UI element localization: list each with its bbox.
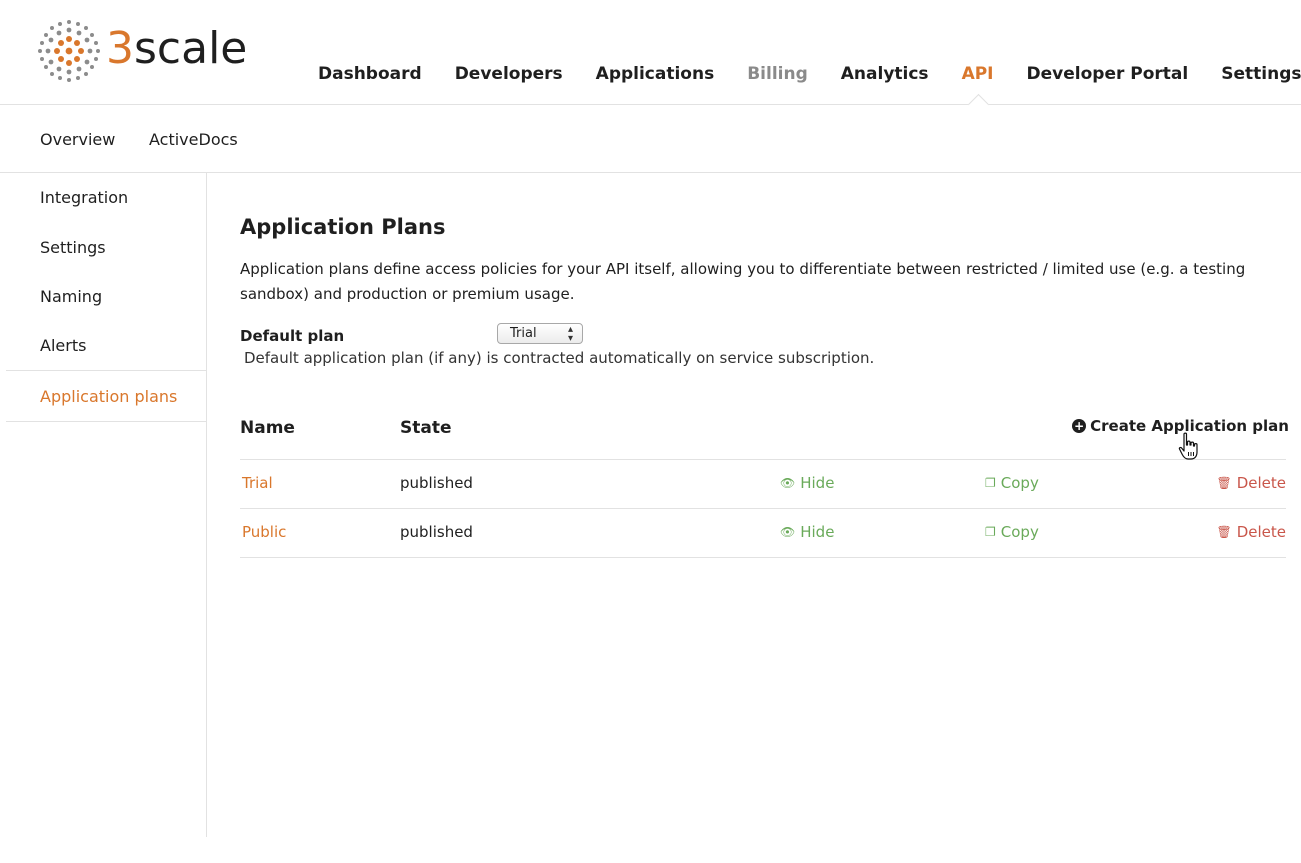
default-plan-selected-value: Trial bbox=[510, 326, 537, 341]
logo[interactable]: 3scale bbox=[36, 18, 247, 84]
logo-wordmark: 3scale bbox=[106, 23, 248, 74]
table-divider bbox=[240, 557, 1286, 558]
table-row: Public published 👁︎ Hide ❐ Copy 🗑︎ Delet… bbox=[240, 508, 1286, 557]
copy-plan-button[interactable]: ❐ Copy bbox=[985, 523, 1039, 541]
sidebar-item-alerts[interactable]: Alerts bbox=[40, 336, 86, 355]
plan-state: published bbox=[400, 474, 473, 492]
default-plan-label: Default plan bbox=[240, 327, 345, 345]
sub-navigation: Overview ActiveDocs bbox=[0, 105, 1301, 173]
sidebar-item-integration[interactable]: Integration bbox=[40, 188, 128, 207]
main-navigation: Dashboard Developers Applications Billin… bbox=[318, 64, 1301, 84]
plan-name-link[interactable]: Trial bbox=[242, 474, 273, 492]
page-title: Application Plans bbox=[240, 215, 446, 239]
nav-api[interactable]: API bbox=[962, 64, 994, 84]
nav-billing[interactable]: Billing bbox=[747, 64, 808, 84]
nav-analytics[interactable]: Analytics bbox=[841, 64, 929, 84]
hide-plan-button[interactable]: 👁︎ Hide bbox=[780, 523, 834, 541]
nav-dashboard[interactable]: Dashboard bbox=[318, 64, 422, 84]
trash-icon: 🗑︎ bbox=[1216, 476, 1232, 490]
eye-slash-icon: 👁︎ bbox=[780, 525, 796, 539]
copy-icon: ❐ bbox=[985, 476, 996, 490]
copy-plan-button[interactable]: ❐ Copy bbox=[985, 474, 1039, 492]
sidebar-item-application-plans[interactable]: Application plans bbox=[40, 387, 177, 406]
nav-developer-portal[interactable]: Developer Portal bbox=[1027, 64, 1189, 84]
delete-plan-button[interactable]: 🗑︎ Delete bbox=[1216, 523, 1286, 541]
column-header-state: State bbox=[400, 418, 452, 438]
hand-pointer-icon bbox=[1178, 432, 1198, 460]
select-arrows-icon: ▴ ▾ bbox=[567, 324, 573, 344]
sidebar: Integration Settings Naming Alerts Appli… bbox=[0, 173, 207, 837]
plan-state: published bbox=[400, 523, 473, 541]
default-plan-select[interactable]: Trial ▴ ▾ bbox=[497, 323, 583, 344]
hide-label: Hide bbox=[800, 523, 835, 541]
sidebar-divider bbox=[6, 421, 206, 422]
trash-icon: 🗑︎ bbox=[1216, 525, 1232, 539]
hide-label: Hide bbox=[800, 474, 835, 492]
table-row: Trial published 👁︎ Hide ❐ Copy 🗑︎ Delete bbox=[240, 459, 1286, 508]
page-description: Application plans define access policies… bbox=[240, 260, 1246, 303]
nav-settings[interactable]: Settings bbox=[1221, 64, 1301, 84]
copy-label: Copy bbox=[1000, 474, 1039, 492]
delete-label: Delete bbox=[1236, 523, 1286, 541]
delete-plan-button[interactable]: 🗑︎ Delete bbox=[1216, 474, 1286, 492]
eye-slash-icon: 👁︎ bbox=[780, 476, 796, 490]
top-header: 3scale Dashboard Developers Applications… bbox=[0, 0, 1301, 105]
copy-label: Copy bbox=[1000, 523, 1039, 541]
subnav-overview[interactable]: Overview bbox=[40, 130, 115, 149]
default-plan-hint: Default application plan (if any) is con… bbox=[244, 349, 875, 367]
delete-label: Delete bbox=[1236, 474, 1286, 492]
plus-circle-icon: + bbox=[1072, 419, 1087, 433]
nav-applications[interactable]: Applications bbox=[596, 64, 715, 84]
subnav-activedocs[interactable]: ActiveDocs bbox=[149, 130, 238, 149]
sidebar-divider bbox=[6, 370, 206, 371]
nav-developers[interactable]: Developers bbox=[455, 64, 563, 84]
copy-icon: ❐ bbox=[985, 525, 996, 539]
sidebar-item-naming[interactable]: Naming bbox=[40, 287, 102, 306]
hide-plan-button[interactable]: 👁︎ Hide bbox=[780, 474, 834, 492]
sidebar-item-settings[interactable]: Settings bbox=[40, 238, 106, 257]
column-header-name: Name bbox=[240, 418, 295, 438]
plan-name-link[interactable]: Public bbox=[242, 523, 286, 541]
logo-dots-icon bbox=[38, 20, 100, 82]
